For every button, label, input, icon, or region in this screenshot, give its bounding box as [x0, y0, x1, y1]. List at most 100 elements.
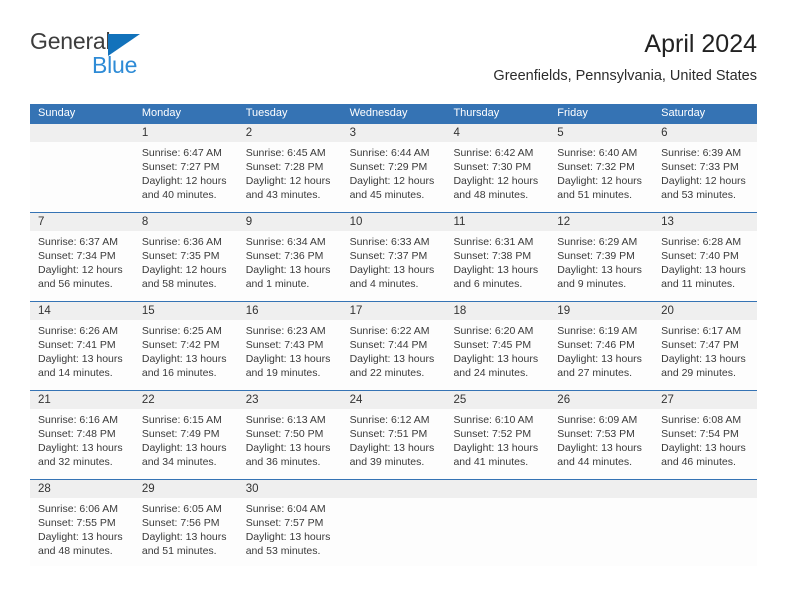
weekday-header-thursday: Thursday — [453, 107, 500, 119]
day-number: 19 — [557, 305, 571, 317]
page-header: General Blue April 2024 Greenfields, Pen… — [30, 28, 757, 94]
day-cell[interactable]: Sunrise: 6:40 AM Sunset: 7:32 PM Dayligh… — [549, 142, 653, 212]
day-cell[interactable]: Sunrise: 6:17 AM Sunset: 7:47 PM Dayligh… — [653, 320, 757, 390]
sunrise-text: Sunrise: 6:39 AM — [661, 147, 742, 159]
day-cell[interactable]: Sunrise: 6:08 AM Sunset: 7:54 PM Dayligh… — [653, 409, 757, 479]
day-cell[interactable]: Sunrise: 6:37 AM Sunset: 7:34 PM Dayligh… — [30, 231, 134, 301]
day-number: 6 — [661, 127, 668, 139]
daylight-text-line2: and 36 minutes. — [245, 456, 321, 468]
day-cell[interactable]: Sunrise: 6:31 AM Sunset: 7:38 PM Dayligh… — [445, 231, 549, 301]
week-row: 28 29 30 Sunrise: 6:06 AM Sunset: 7:55 P… — [30, 479, 757, 566]
day-number: 10 — [349, 216, 363, 228]
daylight-text-line1: Daylight: 13 hours — [38, 531, 123, 543]
day-cell[interactable]: Sunrise: 6:34 AM Sunset: 7:36 PM Dayligh… — [238, 231, 342, 301]
week-date-band: 28 29 30 — [30, 480, 757, 498]
sunset-text: Sunset: 7:49 PM — [141, 428, 220, 440]
day-cell[interactable]: Sunrise: 6:29 AM Sunset: 7:39 PM Dayligh… — [549, 231, 653, 301]
day-number: 21 — [38, 394, 51, 406]
sunrise-text: Sunrise: 6:40 AM — [557, 147, 638, 159]
day-cell[interactable]: Sunrise: 6:12 AM Sunset: 7:51 PM Dayligh… — [342, 409, 446, 479]
daylight-text-line2: and 39 minutes. — [349, 456, 425, 468]
daylight-text-line1: Daylight: 13 hours — [349, 264, 435, 276]
day-cell[interactable]: Sunrise: 6:25 AM Sunset: 7:42 PM Dayligh… — [134, 320, 238, 390]
location-subtitle: Greenfields, Pennsylvania, United States — [493, 68, 757, 84]
day-number: 4 — [453, 127, 460, 139]
sunset-text: Sunset: 7:46 PM — [557, 339, 635, 351]
day-number: 29 — [141, 483, 155, 495]
daylight-text-line1: Daylight: 13 hours — [141, 353, 227, 365]
sunset-text: Sunset: 7:50 PM — [245, 428, 324, 440]
daylight-text-line1: Daylight: 13 hours — [557, 353, 642, 365]
day-number — [549, 480, 653, 498]
sunset-text: Sunset: 7:28 PM — [245, 161, 324, 173]
weekday-header-row: Sunday Monday Tuesday Wednesday Thursday… — [30, 104, 757, 123]
sunset-text: Sunset: 7:43 PM — [245, 339, 324, 351]
sunrise-text: Sunrise: 6:47 AM — [141, 147, 222, 159]
title-block: April 2024 Greenfields, Pennsylvania, Un… — [493, 28, 757, 86]
sunrise-text: Sunrise: 6:31 AM — [453, 236, 534, 248]
day-cell[interactable]: Sunrise: 6:06 AM Sunset: 7:55 PM Dayligh… — [30, 498, 134, 566]
day-number: 28 — [38, 483, 51, 495]
sunset-text: Sunset: 7:54 PM — [661, 428, 739, 440]
day-cell[interactable]: Sunrise: 6:26 AM Sunset: 7:41 PM Dayligh… — [30, 320, 134, 390]
daylight-text-line2: and 53 minutes. — [245, 545, 321, 557]
daylight-text-line2: and 46 minutes. — [661, 456, 736, 468]
daylight-text-line1: Daylight: 13 hours — [245, 264, 331, 276]
day-cell[interactable]: Sunrise: 6:20 AM Sunset: 7:45 PM Dayligh… — [445, 320, 549, 390]
day-number: 27 — [661, 394, 674, 406]
day-cell[interactable]: Sunrise: 6:33 AM Sunset: 7:37 PM Dayligh… — [342, 231, 446, 301]
day-cell[interactable] — [445, 498, 549, 566]
sunset-text: Sunset: 7:51 PM — [349, 428, 428, 440]
day-number: 26 — [557, 394, 571, 406]
week-date-band: 1 2 3 4 5 6 — [30, 124, 757, 142]
day-cell[interactable]: Sunrise: 6:44 AM Sunset: 7:29 PM Dayligh… — [342, 142, 446, 212]
daylight-text-line1: Daylight: 12 hours — [141, 264, 227, 276]
day-cell[interactable]: Sunrise: 6:09 AM Sunset: 7:53 PM Dayligh… — [549, 409, 653, 479]
sunrise-text: Sunrise: 6:44 AM — [349, 147, 430, 159]
sunrise-text: Sunrise: 6:36 AM — [141, 236, 222, 248]
day-cell[interactable]: Sunrise: 6:42 AM Sunset: 7:30 PM Dayligh… — [445, 142, 549, 212]
day-number: 13 — [661, 216, 674, 228]
general-blue-logo[interactable]: General Blue — [30, 28, 230, 86]
day-number: 20 — [661, 305, 674, 317]
day-cell[interactable]: Sunrise: 6:28 AM Sunset: 7:40 PM Dayligh… — [653, 231, 757, 301]
day-cell[interactable]: Sunrise: 6:47 AM Sunset: 7:27 PM Dayligh… — [134, 142, 238, 212]
day-number: 11 — [453, 216, 466, 228]
daylight-text-line2: and 53 minutes. — [661, 189, 736, 201]
day-cell[interactable] — [653, 498, 757, 566]
day-number: 23 — [245, 394, 259, 406]
sunset-text: Sunset: 7:39 PM — [557, 250, 635, 262]
day-cell[interactable]: Sunrise: 6:05 AM Sunset: 7:56 PM Dayligh… — [134, 498, 238, 566]
sunrise-text: Sunrise: 6:13 AM — [245, 414, 326, 426]
day-cell[interactable]: Sunrise: 6:45 AM Sunset: 7:28 PM Dayligh… — [238, 142, 342, 212]
daylight-text-line1: Daylight: 12 hours — [38, 264, 123, 276]
daylight-text-line2: and 43 minutes. — [245, 189, 321, 201]
day-cell[interactable]: Sunrise: 6:13 AM Sunset: 7:50 PM Dayligh… — [238, 409, 342, 479]
day-number: 16 — [245, 305, 259, 317]
sunrise-text: Sunrise: 6:20 AM — [453, 325, 534, 337]
week-date-band: 7 8 9 10 11 12 13 — [30, 213, 757, 231]
daylight-text-line1: Daylight: 13 hours — [38, 353, 123, 365]
day-cell[interactable]: Sunrise: 6:16 AM Sunset: 7:48 PM Dayligh… — [30, 409, 134, 479]
week-row: 21 22 23 24 25 26 27 Sunrise: 6:16 AM Su… — [30, 390, 757, 479]
day-cell[interactable]: Sunrise: 6:36 AM Sunset: 7:35 PM Dayligh… — [134, 231, 238, 301]
day-cell[interactable]: Sunrise: 6:19 AM Sunset: 7:46 PM Dayligh… — [549, 320, 653, 390]
day-cell[interactable] — [30, 142, 134, 212]
day-cell[interactable]: Sunrise: 6:23 AM Sunset: 7:43 PM Dayligh… — [238, 320, 342, 390]
sunrise-text: Sunrise: 6:33 AM — [349, 236, 430, 248]
day-cell[interactable]: Sunrise: 6:22 AM Sunset: 7:44 PM Dayligh… — [342, 320, 446, 390]
sunset-text: Sunset: 7:40 PM — [661, 250, 739, 262]
sunrise-text: Sunrise: 6:15 AM — [141, 414, 222, 426]
day-cell[interactable]: Sunrise: 6:39 AM Sunset: 7:33 PM Dayligh… — [653, 142, 757, 212]
daylight-text-line2: and 44 minutes. — [557, 456, 633, 468]
sunset-text: Sunset: 7:45 PM — [453, 339, 532, 351]
sunrise-text: Sunrise: 6:06 AM — [38, 503, 118, 515]
day-cell[interactable] — [549, 498, 653, 566]
day-cell[interactable]: Sunrise: 6:15 AM Sunset: 7:49 PM Dayligh… — [134, 409, 238, 479]
daylight-text-line1: Daylight: 13 hours — [661, 353, 746, 365]
sunset-text: Sunset: 7:36 PM — [245, 250, 324, 262]
day-cell[interactable] — [342, 498, 446, 566]
day-cell[interactable]: Sunrise: 6:04 AM Sunset: 7:57 PM Dayligh… — [238, 498, 342, 566]
sunrise-text: Sunrise: 6:10 AM — [453, 414, 534, 426]
day-cell[interactable]: Sunrise: 6:10 AM Sunset: 7:52 PM Dayligh… — [445, 409, 549, 479]
